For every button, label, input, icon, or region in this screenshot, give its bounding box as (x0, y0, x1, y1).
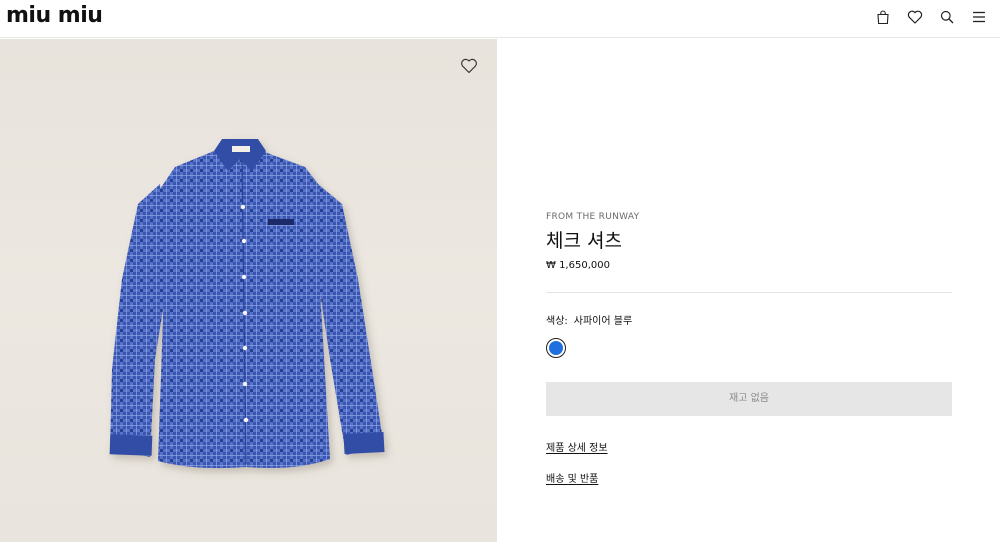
brand-logo[interactable]: miu miu (6, 5, 103, 27)
product-price: ₩ 1,650,000 (546, 260, 610, 271)
bag-icon[interactable] (874, 8, 892, 26)
product-image (109, 139, 385, 469)
shipping-returns-link[interactable]: 배송 및 반품 (546, 470, 598, 485)
collection-eyebrow: FROM THE RUNWAY (546, 212, 640, 222)
color-swatch-sapphire[interactable] (546, 338, 566, 358)
header-icons (874, 8, 988, 26)
search-icon[interactable] (938, 8, 956, 26)
favorite-heart-icon[interactable] (460, 58, 478, 74)
divider (546, 292, 952, 293)
color-label: 색상: (546, 316, 568, 327)
product-title: 체크 셔츠 (546, 230, 622, 252)
swatch-fill (549, 341, 563, 355)
color-value: 사파이어 블루 (573, 316, 633, 327)
color-label-row: 색상: 사파이어 블루 (546, 312, 632, 327)
out-of-stock-button[interactable]: 재고 없음 (546, 382, 952, 416)
product-gallery[interactable] (0, 39, 497, 542)
heart-icon[interactable] (906, 8, 924, 26)
menu-icon[interactable] (970, 8, 988, 26)
site-header: miu miu (0, 0, 1000, 38)
product-details-link[interactable]: 제품 상세 정보 (546, 439, 608, 454)
